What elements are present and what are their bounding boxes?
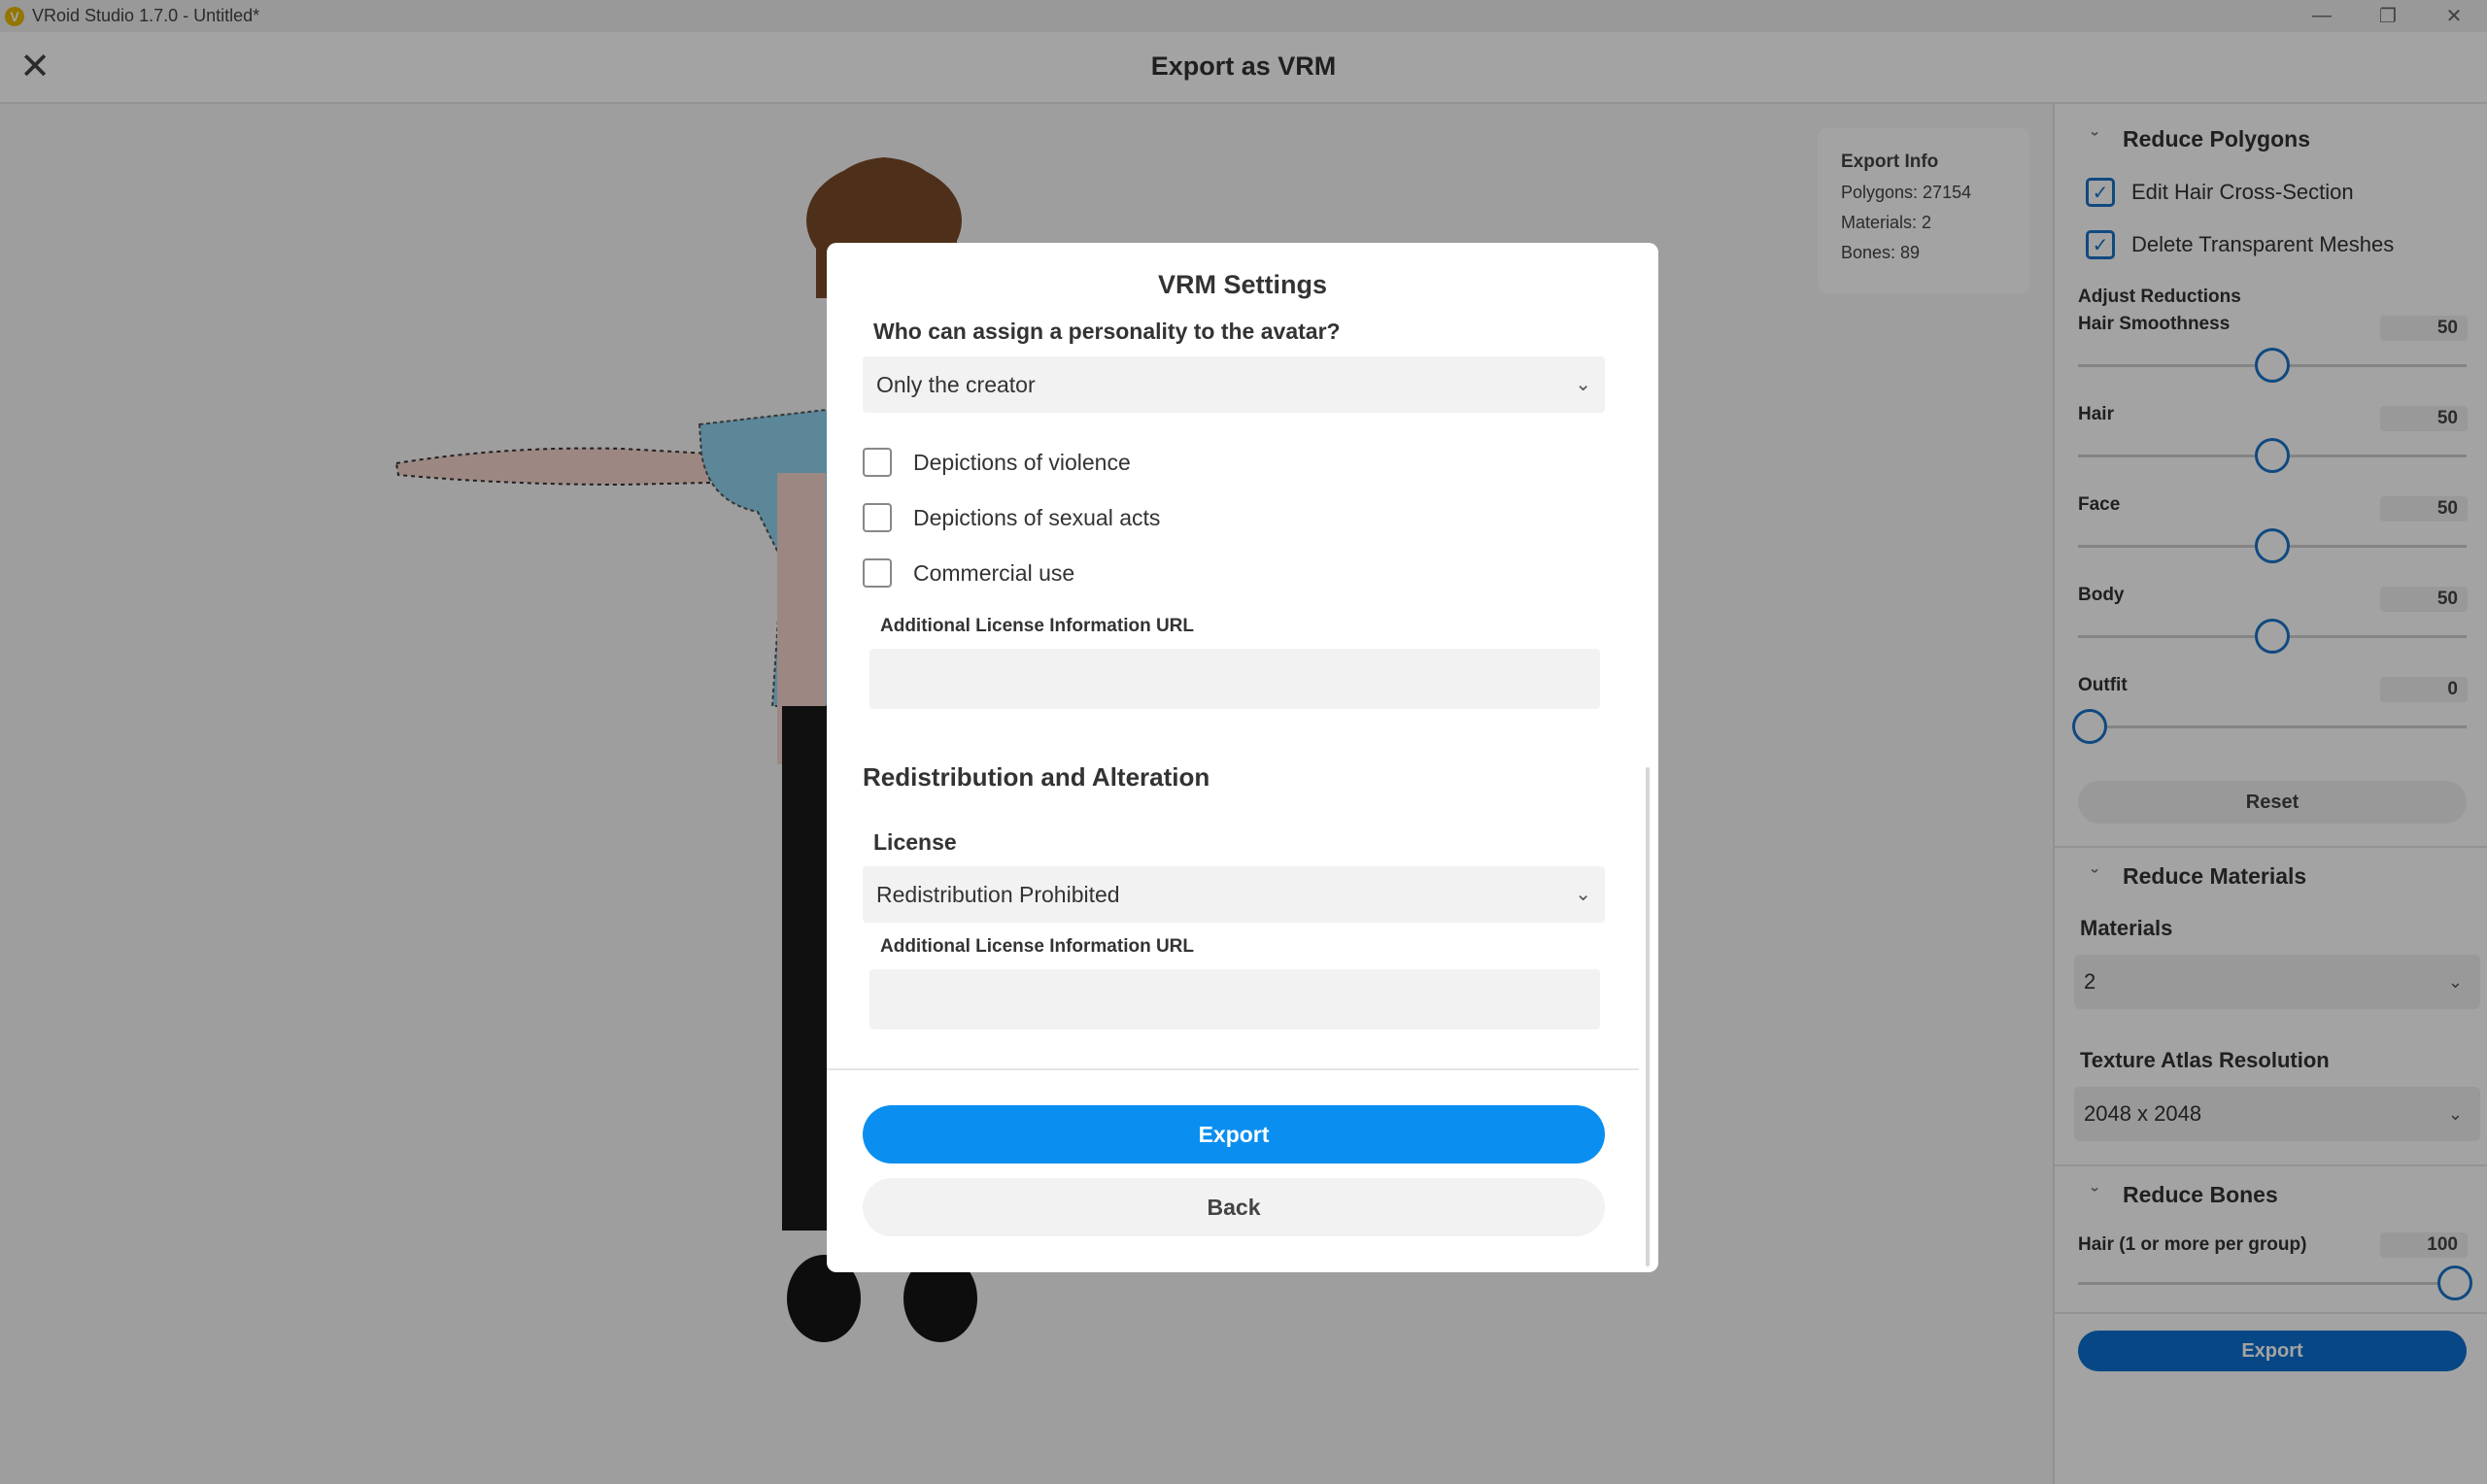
sexual-acts-label: Depictions of sexual acts (913, 504, 1161, 530)
license-url-label: Additional License Information URL (880, 936, 1195, 957)
checkbox-unchecked-icon[interactable] (863, 503, 892, 532)
license-select-value: Redistribution Prohibited (876, 882, 1120, 907)
dialog-export-button[interactable]: Export (863, 1105, 1605, 1164)
license-url-input[interactable] (869, 969, 1600, 1029)
sexual-acts-checkbox-row[interactable]: Depictions of sexual acts (863, 503, 1160, 532)
personality-select[interactable]: Only the creator ⌄ (863, 356, 1605, 413)
personality-select-value: Only the creator (876, 372, 1036, 397)
checkbox-unchecked-icon[interactable] (863, 558, 892, 588)
license-label: License (873, 829, 957, 855)
dialog-title: VRM Settings (1157, 270, 1327, 299)
violence-label: Depictions of violence (913, 449, 1131, 475)
chevron-down-icon: ⌄ (1575, 884, 1591, 905)
dialog-back-button[interactable]: Back (863, 1178, 1605, 1236)
commercial-use-checkbox-row[interactable]: Commercial use (863, 558, 1074, 588)
personality-question: Who can assign a personality to the avat… (873, 319, 1341, 344)
dialog-divider (827, 1068, 1639, 1070)
violence-checkbox-row[interactable]: Depictions of violence (863, 448, 1131, 477)
chevron-down-icon: ⌄ (1575, 374, 1591, 395)
additional-url-label: Additional License Information URL (880, 616, 1195, 636)
vrm-settings-dialog: VRM Settings Who can assign a personalit… (827, 243, 1658, 1272)
redistribution-heading: Redistribution and Alteration (863, 762, 1210, 792)
dialog-scrollbar[interactable] (1646, 767, 1650, 1266)
checkbox-unchecked-icon[interactable] (863, 448, 892, 477)
license-select[interactable]: Redistribution Prohibited ⌄ (863, 866, 1605, 923)
commercial-use-label: Commercial use (913, 559, 1075, 586)
additional-url-input[interactable] (869, 649, 1600, 709)
